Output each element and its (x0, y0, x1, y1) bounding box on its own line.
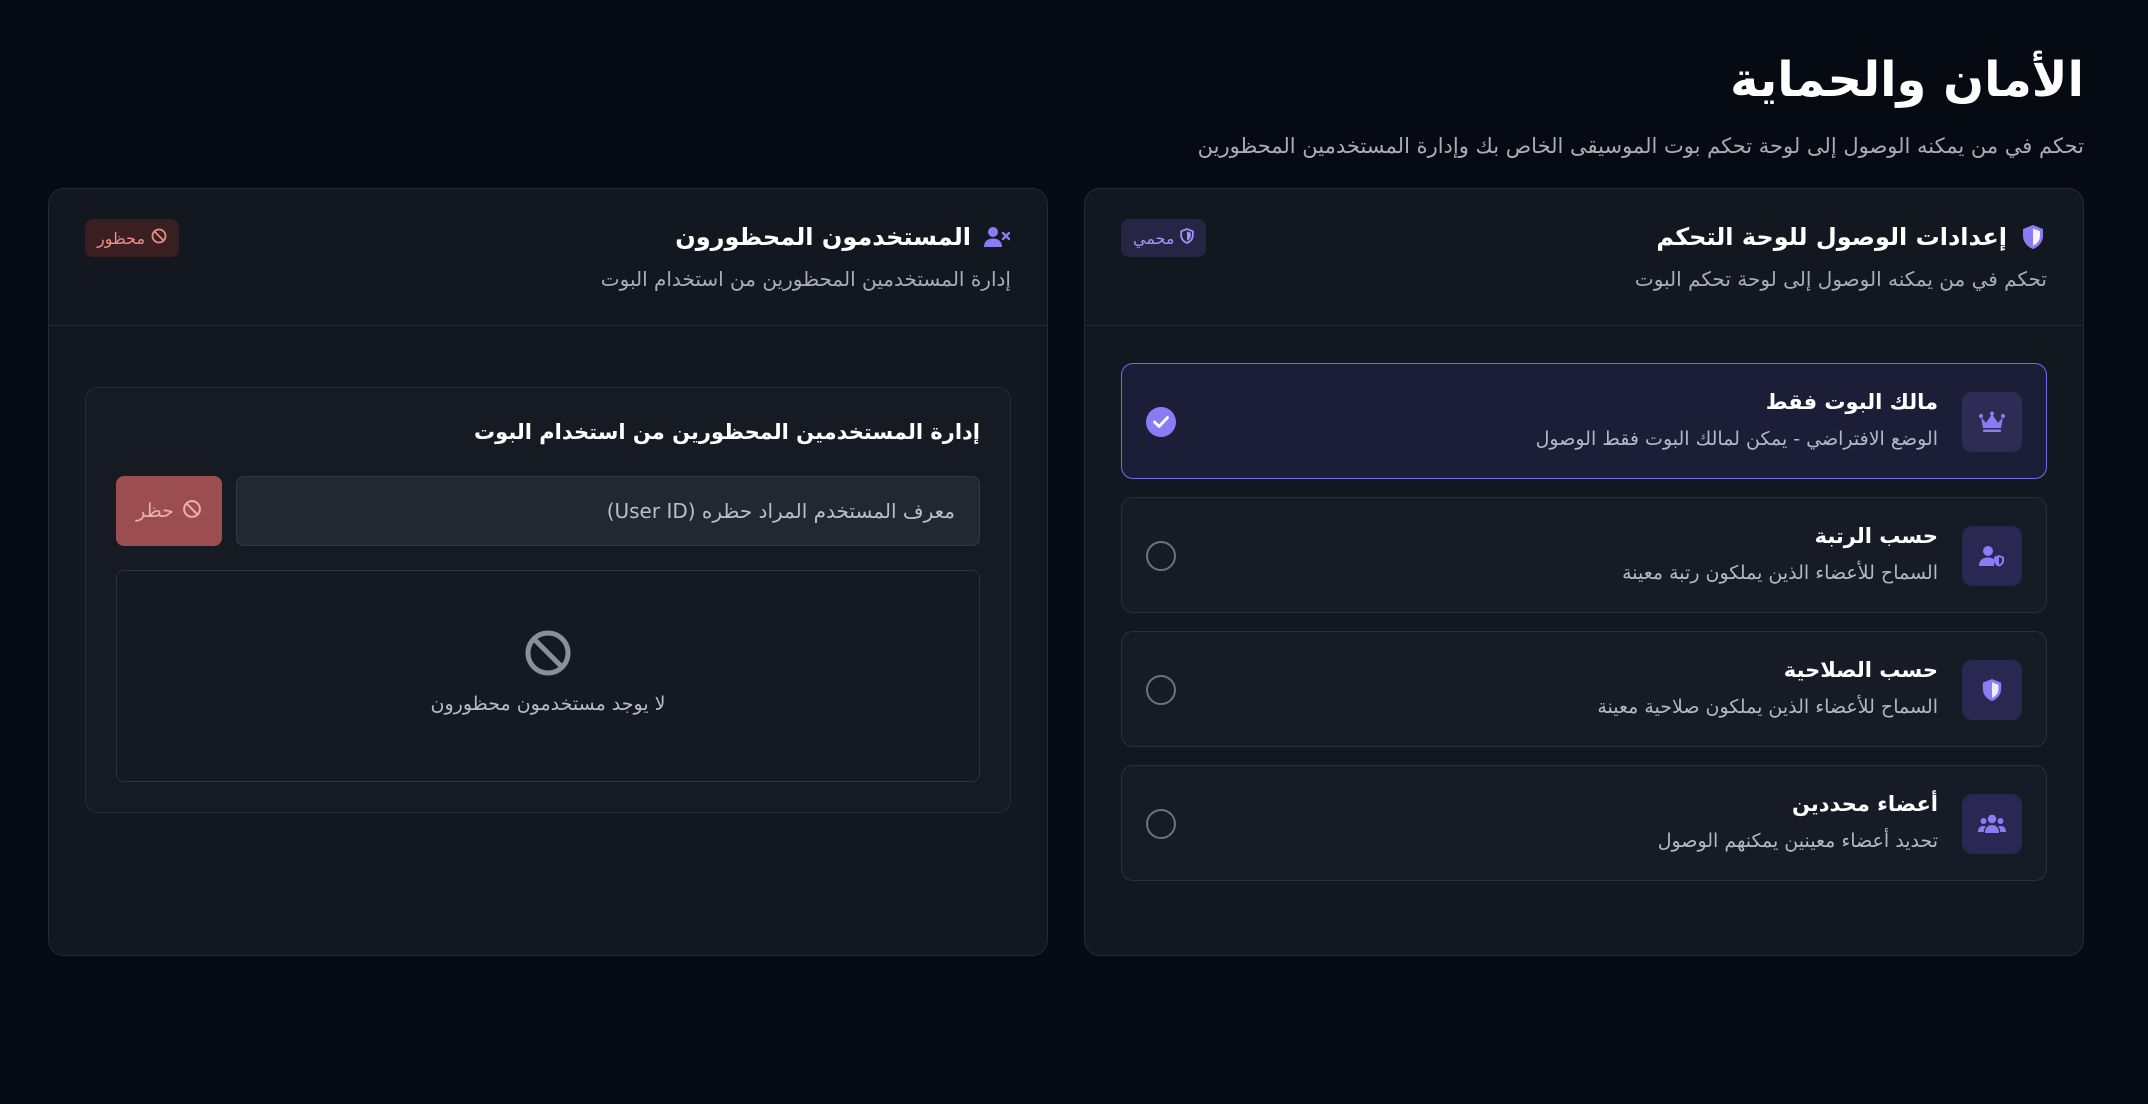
shield-icon (1180, 228, 1195, 248)
user-id-input[interactable] (236, 476, 980, 546)
page-title: الأمان والحماية (1730, 52, 2084, 108)
protected-badge-label: محمي (1133, 228, 1175, 248)
user-shield-icon (1962, 526, 2022, 586)
banned-users-empty-state: لا يوجد مستخدمون محظورون (116, 570, 980, 782)
banned-card-header: المستخدمون المحظورون إدارة المستخدمين ال… (49, 189, 1047, 326)
option-title: أعضاء محددين (1792, 792, 1938, 816)
ban-management-panel: إدارة المستخدمين المحظورين من استخدام ال… (85, 387, 1011, 813)
access-option-by-role[interactable]: حسب الرتبة السماح للأعضاء الذين يملكون ر… (1121, 497, 2047, 613)
ban-icon (182, 499, 202, 524)
radio-unchecked[interactable] (1146, 675, 1176, 705)
access-card-title-row: إعدادات الوصول للوحة التحكم (1656, 223, 2047, 251)
ban-icon (151, 228, 167, 248)
access-card-description: تحكم في من يمكنه الوصول إلى لوحة تحكم ال… (1634, 267, 2047, 291)
protected-badge: محمي (1121, 219, 1207, 257)
shield-icon (1962, 660, 2022, 720)
security-page: الأمان والحماية تحكم في من يمكنه الوصول … (0, 0, 2148, 1104)
ban-button-label: حظر (136, 500, 174, 522)
option-title: حسب الصلاحية (1783, 658, 1938, 682)
ban-icon (524, 629, 572, 681)
access-option-by-permission[interactable]: حسب الصلاحية السماح للأعضاء الذين يملكون… (1121, 631, 2047, 747)
access-option-specific-members[interactable]: أعضاء محددين تحديد أعضاء معينين يمكنهم ا… (1121, 765, 2047, 881)
access-settings-card: إعدادات الوصول للوحة التحكم تحكم في من ي… (1084, 188, 2084, 956)
option-description: تحديد أعضاء معينين يمكنهم الوصول (1657, 830, 1938, 852)
ban-button[interactable]: حظر (116, 476, 222, 546)
access-card-header: إعدادات الوصول للوحة التحكم تحكم في من ي… (1085, 189, 2083, 326)
access-options-list: مالك البوت فقط الوضع الافتراضي - يمكن لم… (1121, 363, 2047, 899)
shield-icon (2019, 223, 2047, 251)
radio-unchecked[interactable] (1146, 541, 1176, 571)
ban-panel-title: إدارة المستخدمين المحظورين من استخدام ال… (474, 420, 980, 444)
banned-card-description: إدارة المستخدمين المحظورين من استخدام ال… (600, 267, 1011, 291)
option-description: السماح للأعضاء الذين يملكون صلاحية معينة (1597, 696, 1938, 718)
banned-users-card: المستخدمون المحظورون إدارة المستخدمين ال… (48, 188, 1048, 956)
user-ban-icon (983, 223, 1011, 251)
empty-state-text: لا يوجد مستخدمون محظورون (430, 693, 666, 715)
access-option-owner-only[interactable]: مالك البوت فقط الوضع الافتراضي - يمكن لم… (1121, 363, 2047, 479)
option-title: حسب الرتبة (1814, 524, 1938, 548)
banned-card-title-row: المستخدمون المحظورون (675, 223, 1011, 251)
banned-badge-label: محظور (97, 228, 146, 248)
crown-icon (1962, 392, 2022, 452)
banned-card-title: المستخدمون المحظورون (675, 223, 971, 251)
option-description: السماح للأعضاء الذين يملكون رتبة معينة (1622, 562, 1938, 584)
option-description: الوضع الافتراضي - يمكن لمالك البوت فقط ا… (1535, 428, 1938, 450)
users-icon (1962, 794, 2022, 854)
access-card-title: إعدادات الوصول للوحة التحكم (1656, 223, 2007, 251)
check-icon (1153, 413, 1169, 432)
option-title: مالك البوت فقط (1765, 390, 1938, 414)
page-subtitle: تحكم في من يمكنه الوصول إلى لوحة تحكم بو… (1197, 134, 2084, 158)
radio-unchecked[interactable] (1146, 809, 1176, 839)
radio-checked[interactable] (1146, 407, 1176, 437)
banned-badge: محظور (85, 219, 180, 257)
